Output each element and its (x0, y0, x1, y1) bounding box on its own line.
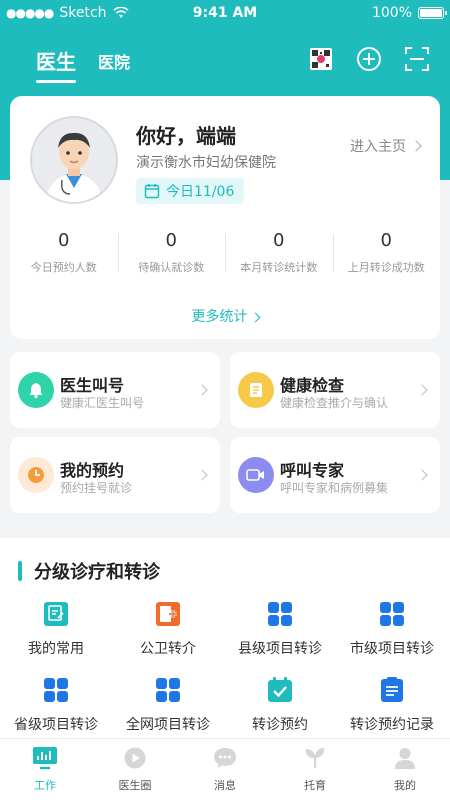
chevron-right-icon (196, 469, 208, 481)
section-title: 分级诊疗和转诊 (18, 558, 160, 584)
chart-board-icon (32, 745, 58, 771)
tile-subtitle: 预约挂号就诊 (60, 481, 133, 495)
section-title-text: 分级诊疗和转诊 (34, 562, 160, 583)
video-icon (238, 457, 274, 493)
grid-icon (378, 600, 406, 628)
clock-icon (18, 457, 54, 493)
grid-item-network-referral[interactable]: 全网项目转诊 (112, 676, 224, 734)
grid-icon (266, 600, 294, 628)
grid-item-label: 县级项目转诊 (238, 641, 322, 657)
tile-subtitle: 健康汇医生叫号 (60, 396, 145, 410)
grid-item-label: 我的常用 (28, 641, 84, 657)
grid-item-county-referral[interactable]: 县级项目转诊 (224, 600, 336, 658)
tile-call-expert[interactable]: 呼叫专家 呼叫专家和病例募集 (230, 437, 440, 513)
bottom-tab-bar: 工作 医生圈 消息 托育 我的 (0, 738, 450, 800)
tile-doctor-call[interactable]: 医生叫号 健康汇医生叫号 (10, 352, 220, 428)
tile-title: 医生叫号 (60, 376, 125, 395)
battery-icon (418, 7, 447, 19)
referral-section: 分级诊疗和转诊 我的常用 公卫转介 县级项目转诊 市级项目转诊 省级项目转诊 全… (0, 538, 450, 738)
grid-item-label: 全网项目转诊 (126, 717, 210, 733)
grid-item-referral-records[interactable]: 转诊预约记录 (336, 676, 448, 734)
grid-item-label: 省级项目转诊 (14, 717, 98, 733)
nav-profile[interactable]: 我的 (360, 739, 450, 800)
nav-doctor-circle[interactable]: 医生圈 (90, 739, 180, 800)
chevron-right-icon (410, 140, 422, 152)
grid-icon (42, 676, 70, 704)
grid-item-frequent[interactable]: 我的常用 (0, 600, 112, 658)
nav-work[interactable]: 工作 (0, 739, 90, 800)
date-label: 今日11/06 (166, 184, 235, 200)
leaf-icon (302, 745, 328, 771)
stat-label: 今日预约人数 (30, 261, 97, 274)
nav-label: 医生圈 (118, 779, 152, 792)
grid-item-referral-appointment[interactable]: 转诊预约 (224, 676, 336, 734)
header-tabs: 医生 医院 (36, 46, 130, 83)
more-stats-link[interactable]: 更多统计 (10, 306, 440, 326)
hospital-name: 演示衡水市妇幼保健院 (136, 155, 276, 171)
stat-label: 本月转诊统计数 (240, 261, 318, 274)
tile-title: 我的预约 (60, 461, 125, 480)
stats-row: 0 今日预约人数 0 待确认就诊数 0 本月转诊统计数 0 上月转诊成功数 (10, 230, 440, 275)
user-icon (392, 745, 418, 771)
qr-code-icon[interactable] (308, 46, 334, 72)
nav-messages[interactable]: 消息 (180, 739, 270, 800)
avatar[interactable] (30, 116, 118, 204)
tile-title: 呼叫专家 (280, 461, 345, 480)
bell-icon (18, 372, 54, 408)
chevron-right-icon (416, 469, 428, 481)
stat-label: 待确认就诊数 (138, 261, 205, 274)
grid-icon (154, 676, 182, 704)
nav-label: 托育 (304, 779, 326, 792)
tab-doctor[interactable]: 医生 (36, 46, 76, 83)
stat-value: 0 (165, 230, 177, 251)
greeting-text: 你好，端端 (136, 124, 236, 148)
add-icon[interactable] (356, 46, 382, 72)
more-stats-label: 更多统计 (191, 309, 248, 325)
enter-homepage-label: 进入主页 (350, 139, 406, 155)
frequent-icon (42, 600, 70, 628)
doctor-profile-card: 你好，端端 演示衡水市妇幼保健院 今日11/06 进入主页 0 今日预约人数 0… (10, 96, 440, 339)
tile-my-appointments[interactable]: 我的预约 预约挂号就诊 (10, 437, 220, 513)
grid-item-city-referral[interactable]: 市级项目转诊 (336, 600, 448, 658)
date-badge: 今日11/06 (136, 178, 245, 204)
status-bar: ●●●●● Sketch 9:41 AM 100% (0, 0, 450, 26)
chat-bubble-icon (212, 745, 238, 771)
grid-item-label: 转诊预约记录 (350, 717, 434, 733)
grid-item-label: 公卫转介 (140, 641, 196, 657)
medical-cross-icon (154, 600, 182, 628)
stat-pending-visits[interactable]: 0 待确认就诊数 (117, 230, 226, 275)
stat-value: 0 (273, 230, 285, 251)
grid-item-province-referral[interactable]: 省级项目转诊 (0, 676, 112, 734)
stat-today-appointments[interactable]: 0 今日预约人数 (10, 230, 118, 275)
stat-value: 0 (380, 230, 392, 251)
nav-label: 工作 (34, 779, 56, 792)
tile-title: 健康检查 (280, 376, 345, 395)
chevron-right-icon (250, 312, 260, 323)
grid-item-label: 转诊预约 (252, 717, 308, 733)
battery-percent: 100% (371, 5, 412, 21)
section-accent-bar (18, 561, 22, 581)
stat-value: 0 (58, 230, 70, 251)
nav-childcare[interactable]: 托育 (270, 739, 360, 800)
tile-subtitle: 呼叫专家和病例募集 (280, 481, 389, 495)
chevron-right-icon (196, 384, 208, 396)
calendar-check-icon (266, 676, 294, 704)
tile-subtitle: 健康检查推介与确认 (280, 396, 389, 410)
play-circle-icon (122, 745, 148, 771)
nav-label: 消息 (214, 779, 236, 792)
nav-label: 我的 (394, 779, 416, 792)
tab-hospital[interactable]: 医院 (98, 49, 130, 75)
calendar-icon (144, 184, 160, 199)
tile-health-check[interactable]: 健康检查 健康检查推介与确认 (230, 352, 440, 428)
stat-month-referrals[interactable]: 0 本月转诊统计数 (225, 230, 333, 275)
grid-item-public-health[interactable]: 公卫转介 (112, 600, 224, 658)
scan-icon[interactable] (404, 46, 430, 72)
stat-last-month-success[interactable]: 0 上月转诊成功数 (332, 230, 441, 275)
chevron-right-icon (416, 384, 428, 396)
stat-label: 上月转诊成功数 (347, 261, 425, 274)
enter-homepage-link[interactable]: 进入主页 (350, 136, 422, 156)
grid-item-label: 市级项目转诊 (350, 641, 434, 657)
checklist-icon (238, 372, 274, 408)
record-list-icon (378, 676, 406, 704)
